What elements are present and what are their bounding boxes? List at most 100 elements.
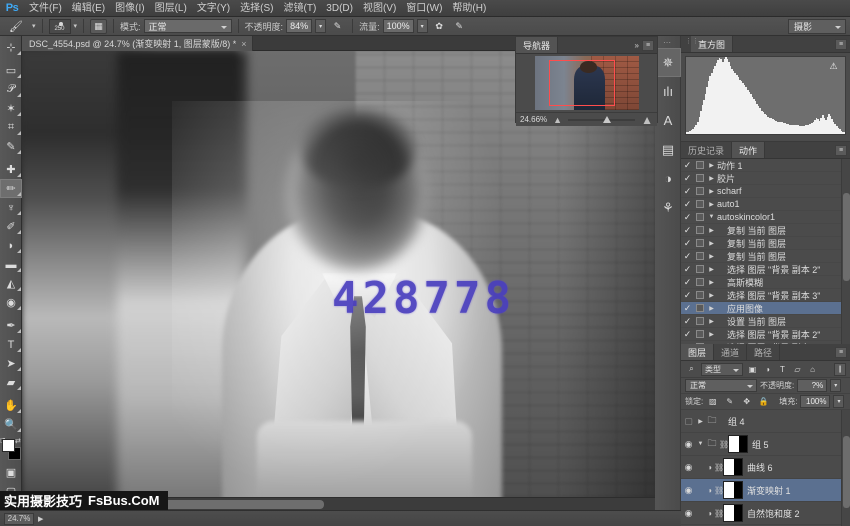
layer-group-expand-icon[interactable]: ▶ [696, 418, 705, 425]
filter-adjustment-icon[interactable]: ◑ [761, 363, 774, 376]
action-check-icon[interactable]: ✓ [681, 329, 694, 340]
marquee-tool[interactable]: ▭ [0, 61, 22, 80]
action-dialog-toggle[interactable] [694, 226, 706, 234]
swap-colors-icon[interactable]: ⇄ [15, 437, 21, 445]
action-check-icon[interactable]: ✓ [681, 238, 694, 249]
layers-list[interactable]: ▢▶🗀组 4◉▼🗀⛓组 5◉◑⛓曲线 6◉◑⛓渐变映射 1◉◑⛓自然饱和度 2◉… [681, 410, 850, 526]
pen-tool[interactable]: ✒ [0, 316, 22, 335]
action-dialog-toggle[interactable] [694, 291, 706, 299]
history-rail-icon[interactable]: ⚘ [655, 193, 681, 222]
menu-item-4[interactable]: 文字(Y) [192, 0, 235, 17]
layers-vertical-scrollbar[interactable] [841, 410, 850, 526]
layers-panel-menu-icon[interactable]: ≡ [835, 347, 847, 358]
layer-mask-link-icon[interactable]: ⛓ [714, 486, 723, 495]
character-rail-icon[interactable]: A [655, 106, 681, 135]
action-expand-icon[interactable]: ▶ [706, 266, 717, 273]
action-row[interactable]: ✓▶复制 当前 图层 [681, 250, 841, 263]
brush-size-dropdown-icon[interactable]: ▾ [74, 22, 78, 30]
blend-mode-select[interactable]: 正常 [144, 19, 232, 33]
layer-blend-mode-select[interactable]: 正常 [685, 379, 757, 392]
actions-scrollbar-thumb[interactable] [843, 193, 850, 281]
action-expand-icon[interactable]: ▶ [706, 279, 717, 286]
action-row[interactable]: ✓▶选择 图层 "背景 副本 3" [681, 289, 841, 302]
status-zoom-field[interactable]: 24.7% [4, 513, 34, 525]
tab-channels[interactable]: 通道 [714, 344, 747, 360]
paragraph-rail-icon[interactable]: ▤ [655, 135, 681, 164]
close-icon[interactable]: × [241, 39, 246, 49]
layers-scrollbar-thumb[interactable] [843, 436, 850, 508]
dodge-tool[interactable]: ◉ [0, 293, 22, 312]
action-expand-icon[interactable]: ▶ [706, 188, 717, 195]
action-expand-icon[interactable]: ▶ [706, 318, 717, 325]
layer-row[interactable]: ◉◑⛓曲线 6 [681, 456, 850, 479]
layer-row[interactable]: ▢▶🗀组 4 [681, 410, 850, 433]
layer-fill-input[interactable]: 100% [800, 395, 830, 408]
action-expand-icon[interactable]: ▶ [706, 305, 717, 312]
layer-row[interactable]: ◉▼🗀⛓组 5 [681, 433, 850, 456]
action-check-icon[interactable]: ✓ [681, 225, 694, 236]
navigator-zoom-slider[interactable] [568, 115, 635, 125]
action-expand-icon[interactable]: ▶ [706, 227, 717, 234]
tab-paths[interactable]: 路径 [747, 344, 780, 360]
histogram-rail-icon[interactable]: ✵ [655, 48, 681, 77]
action-dialog-toggle[interactable] [694, 174, 706, 182]
action-expand-icon[interactable]: ▶ [706, 201, 717, 208]
layer-visibility-icon[interactable]: ◉ [681, 462, 696, 473]
layer-opacity-stepper[interactable]: ▾ [830, 379, 841, 392]
path-selection-tool[interactable]: ➤ [0, 354, 22, 373]
menu-item-9[interactable]: 窗口(W) [401, 0, 447, 17]
action-dialog-toggle[interactable] [694, 239, 706, 247]
lock-image-icon[interactable]: ✎ [723, 395, 736, 408]
layer-mask-thumbnail[interactable] [723, 504, 743, 522]
layer-mask-link-icon[interactable]: ⛓ [714, 463, 723, 472]
gradient-tool[interactable]: ▬ [0, 255, 22, 274]
histogram-panel-menu-icon[interactable]: ≡ [835, 39, 847, 50]
tab-actions[interactable]: 动作 [732, 142, 765, 158]
filter-enable-toggle[interactable]: ❙ [834, 363, 846, 376]
lock-position-icon[interactable]: ✥ [740, 395, 753, 408]
brush-panel-toggle[interactable]: ▦ [90, 19, 107, 34]
adjustments-rail-icon[interactable]: ◑ [655, 164, 681, 193]
lock-all-icon[interactable]: 🔒 [757, 395, 770, 408]
menu-item-2[interactable]: 图像(I) [110, 0, 149, 17]
action-expand-icon[interactable]: ▶ [706, 253, 717, 260]
action-check-icon[interactable]: ✓ [681, 264, 694, 275]
action-check-icon[interactable]: ✓ [681, 186, 694, 197]
action-expand-icon[interactable]: ▶ [706, 240, 717, 247]
action-row[interactable]: ✓▶auto1 [681, 198, 841, 211]
move-tool[interactable]: ⊹ [0, 38, 22, 57]
action-dialog-toggle[interactable] [694, 304, 706, 312]
shape-tool[interactable]: ▰ [0, 373, 22, 392]
layer-visibility-icon[interactable]: ▢ [681, 416, 696, 427]
action-check-icon[interactable]: ✓ [681, 199, 694, 210]
action-row[interactable]: ✓▶复制 当前 图层 [681, 224, 841, 237]
type-tool[interactable]: T [0, 335, 22, 354]
action-check-icon[interactable]: ✓ [681, 212, 694, 223]
crop-tool[interactable]: ⌗ [0, 118, 22, 137]
foreground-color-swatch[interactable] [2, 439, 15, 452]
navigator-view-box[interactable] [549, 60, 615, 106]
zoom-in-icon[interactable]: ▲ [641, 113, 653, 127]
action-dialog-toggle[interactable] [694, 213, 706, 221]
layer-visibility-icon[interactable]: ◉ [681, 439, 696, 450]
actions-panel-menu-icon[interactable]: ≡ [835, 145, 847, 156]
action-expand-icon[interactable]: ▶ [706, 175, 717, 182]
action-check-icon[interactable]: ✓ [681, 303, 694, 314]
flow-dropdown-icon[interactable]: ▾ [417, 19, 428, 33]
layer-mask-thumbnail[interactable] [723, 481, 743, 499]
eyedropper-tool[interactable]: ✎ [0, 137, 22, 156]
histogram-warning-icon[interactable]: ⚠ [828, 61, 839, 72]
filter-smart-icon[interactable]: ⌂ [806, 363, 819, 376]
opacity-dropdown-icon[interactable]: ▾ [315, 19, 326, 33]
action-check-icon[interactable]: ✓ [681, 316, 694, 327]
menu-item-8[interactable]: 视图(V) [358, 0, 401, 17]
color-swatches[interactable]: ◨ ⇄ [0, 437, 22, 463]
action-check-icon[interactable]: ✓ [681, 173, 694, 184]
lock-transparency-icon[interactable]: ▨ [706, 395, 719, 408]
menu-item-0[interactable]: 文件(F) [24, 0, 67, 17]
opacity-pressure-icon[interactable]: ✎ [329, 19, 346, 34]
layer-mask-link-icon[interactable]: ⛓ [719, 440, 728, 449]
action-dialog-toggle[interactable] [694, 317, 706, 325]
action-check-icon[interactable]: ✓ [681, 290, 694, 301]
action-dialog-toggle[interactable] [694, 330, 706, 338]
